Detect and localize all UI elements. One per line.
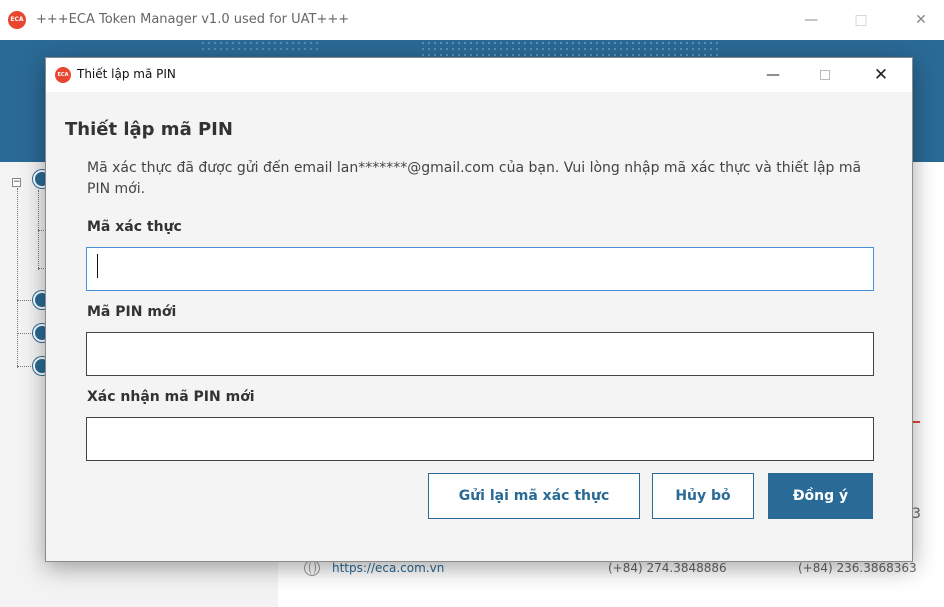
dialog-titlebar: ECA Thiết lập mã PIN — ✕ bbox=[46, 58, 912, 92]
new-pin-label: Mã PIN mới bbox=[87, 304, 177, 320]
main-minimize-button[interactable]: — bbox=[796, 6, 826, 34]
phone-number: (+84) 236.3868363 bbox=[798, 561, 917, 575]
resend-code-button[interactable]: Gửi lại mã xác thực bbox=[428, 473, 640, 519]
main-titlebar: ECA +++ECA Token Manager v1.0 used for U… bbox=[0, 0, 944, 40]
maximize-icon bbox=[820, 70, 830, 80]
confirm-pin-input[interactable] bbox=[86, 417, 874, 461]
tree-connector bbox=[17, 333, 33, 334]
globe-icon bbox=[304, 560, 320, 576]
website-link[interactable]: https://eca.com.vn bbox=[332, 561, 444, 575]
tree-connector bbox=[17, 300, 33, 301]
dialog-description: Mã xác thực đã được gửi đến email lan***… bbox=[87, 160, 862, 197]
dialog-heading: Thiết lập mã PIN bbox=[65, 119, 233, 140]
main-window-title: +++ECA Token Manager v1.0 used for UAT++… bbox=[36, 12, 350, 27]
background-text: 3 bbox=[912, 506, 921, 522]
dialog-window-title: Thiết lập mã PIN bbox=[77, 67, 176, 81]
background-accent bbox=[912, 421, 920, 423]
phone-number: (+84) 274.3848886 bbox=[608, 561, 727, 575]
banner-pattern bbox=[200, 40, 320, 54]
app-logo-icon: ECA bbox=[55, 67, 71, 83]
main-close-button[interactable]: ✕ bbox=[906, 6, 936, 34]
cancel-button[interactable]: Hủy bỏ bbox=[652, 473, 754, 519]
tree-connector bbox=[17, 188, 18, 368]
tree-expand-icon[interactable]: − bbox=[12, 178, 21, 187]
confirm-button[interactable]: Đồng ý bbox=[768, 473, 873, 519]
confirm-pin-label: Xác nhận mã PIN mới bbox=[87, 389, 255, 405]
new-pin-input[interactable] bbox=[86, 332, 874, 376]
dialog-maximize-button[interactable] bbox=[810, 62, 840, 88]
text-cursor bbox=[97, 254, 98, 278]
main-maximize-button[interactable]: □ bbox=[846, 6, 876, 34]
set-pin-dialog: ECA Thiết lập mã PIN — ✕ Thiết lập mã PI… bbox=[45, 57, 913, 562]
verification-code-input[interactable] bbox=[86, 247, 874, 291]
tree-connector bbox=[17, 366, 33, 367]
dialog-minimize-button[interactable]: — bbox=[758, 62, 788, 88]
app-logo-icon: ECA bbox=[8, 11, 26, 29]
verification-code-label: Mã xác thực bbox=[87, 219, 182, 235]
dialog-close-button[interactable]: ✕ bbox=[866, 62, 896, 88]
